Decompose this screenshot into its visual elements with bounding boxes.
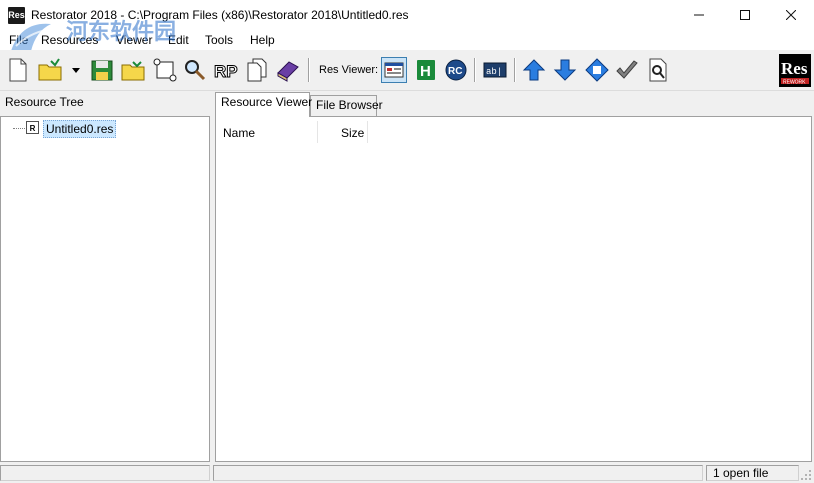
minimize-button[interactable] [676, 0, 722, 30]
document-search-icon [649, 58, 667, 82]
status-cell [0, 465, 210, 481]
tree-connector [13, 128, 25, 129]
dropdown-arrow-icon [72, 68, 80, 73]
scroll-icon [153, 58, 177, 82]
window-title: Restorator 2018 - C:\Program Files (x86)… [31, 8, 409, 22]
open-resource-folder-icon [121, 61, 145, 81]
column-divider[interactable] [367, 121, 368, 143]
find-button[interactable] [182, 57, 208, 83]
save-button[interactable] [89, 57, 115, 83]
svg-text:RC: RC [448, 66, 462, 77]
open-resource-folder-button[interactable] [120, 57, 146, 83]
checkmark-icon [616, 60, 638, 79]
arrow-up-icon [522, 59, 546, 81]
resource-tree-header: Resource Tree [5, 95, 84, 109]
svg-text:RP: RP [214, 62, 238, 81]
move-down-button[interactable] [552, 57, 578, 83]
maximize-button[interactable] [722, 0, 768, 30]
svg-text:REWORK: REWORK [783, 80, 806, 86]
minimize-icon [694, 14, 704, 16]
svg-text:H: H [420, 63, 431, 80]
text-view-icon: ab| [483, 62, 507, 78]
app-icon[interactable]: Res [8, 7, 25, 24]
book-button[interactable] [275, 57, 301, 83]
close-button[interactable] [768, 0, 814, 30]
menu-bar: File Resources Viewer Edit Tools Help [0, 30, 814, 50]
menu-viewer[interactable]: Viewer [116, 33, 152, 47]
rp-button[interactable]: RP [213, 57, 239, 83]
copy-pages-button[interactable] [244, 57, 270, 83]
title-bar[interactable]: Res Restorator 2018 - C:\Program Files (… [0, 0, 814, 30]
resource-tree[interactable]: R Untitled0.res [0, 116, 210, 462]
res-logo: Res REWORK [779, 54, 811, 87]
window-view-button[interactable] [381, 57, 407, 83]
menu-tools[interactable]: Tools [205, 33, 233, 47]
new-file-button[interactable] [5, 57, 31, 83]
toolbar-separator [514, 58, 516, 82]
open-folder-icon [38, 58, 62, 81]
window-view-icon [384, 62, 404, 78]
column-divider[interactable] [317, 121, 318, 143]
tab-file-browser[interactable]: File Browser [310, 95, 383, 117]
move-button[interactable] [584, 57, 610, 83]
move-icon [585, 58, 609, 82]
tree-item-label[interactable]: Untitled0.res [43, 120, 117, 138]
res-logo-icon: Res REWORK [781, 59, 809, 86]
hex-view-button[interactable]: H [413, 57, 439, 83]
status-cell [213, 465, 703, 481]
menu-resources[interactable]: Resources [41, 33, 98, 47]
book-icon [277, 61, 299, 82]
open-button[interactable] [37, 57, 63, 83]
svg-text:Res: Res [781, 59, 808, 78]
rc-view-button[interactable]: RC [443, 57, 469, 83]
maximize-icon [740, 10, 750, 20]
close-icon [785, 9, 797, 21]
res-viewer-label: Res Viewer: [319, 64, 379, 76]
resource-viewer-panel[interactable]: Name Size [215, 116, 812, 462]
column-header-size[interactable]: Size [341, 123, 364, 143]
scroll-button[interactable] [152, 57, 178, 83]
menu-edit[interactable]: Edit [168, 33, 189, 47]
rp-icon: RP [214, 62, 239, 82]
rc-view-icon: RC [445, 59, 467, 81]
toolbar: RP Res Viewer: H RC ab| [0, 50, 814, 91]
column-header-name[interactable]: Name [223, 123, 255, 143]
menu-help[interactable]: Help [250, 33, 275, 47]
status-bar [0, 463, 814, 483]
toolbar-separator [474, 58, 476, 82]
document-search-button[interactable] [645, 57, 671, 83]
resize-grip-icon[interactable] [800, 469, 812, 481]
arrow-down-icon [553, 59, 577, 81]
tab-resource-viewer[interactable]: Resource Viewer [215, 92, 312, 117]
open-dropdown-button[interactable] [70, 57, 82, 83]
checkmark-button[interactable] [614, 57, 640, 83]
menu-file[interactable]: File [9, 33, 28, 47]
hex-view-icon: H [417, 60, 435, 80]
new-file-icon [9, 58, 27, 82]
toolbar-separator [308, 58, 310, 82]
svg-text:ab|: ab| [486, 67, 502, 77]
copy-pages-icon [247, 58, 267, 82]
find-icon [185, 60, 206, 81]
save-icon [91, 60, 113, 81]
status-text: 1 open file [713, 466, 769, 480]
text-view-button[interactable]: ab| [482, 57, 508, 83]
move-up-button[interactable] [521, 57, 547, 83]
resource-file-icon: R [26, 121, 39, 134]
